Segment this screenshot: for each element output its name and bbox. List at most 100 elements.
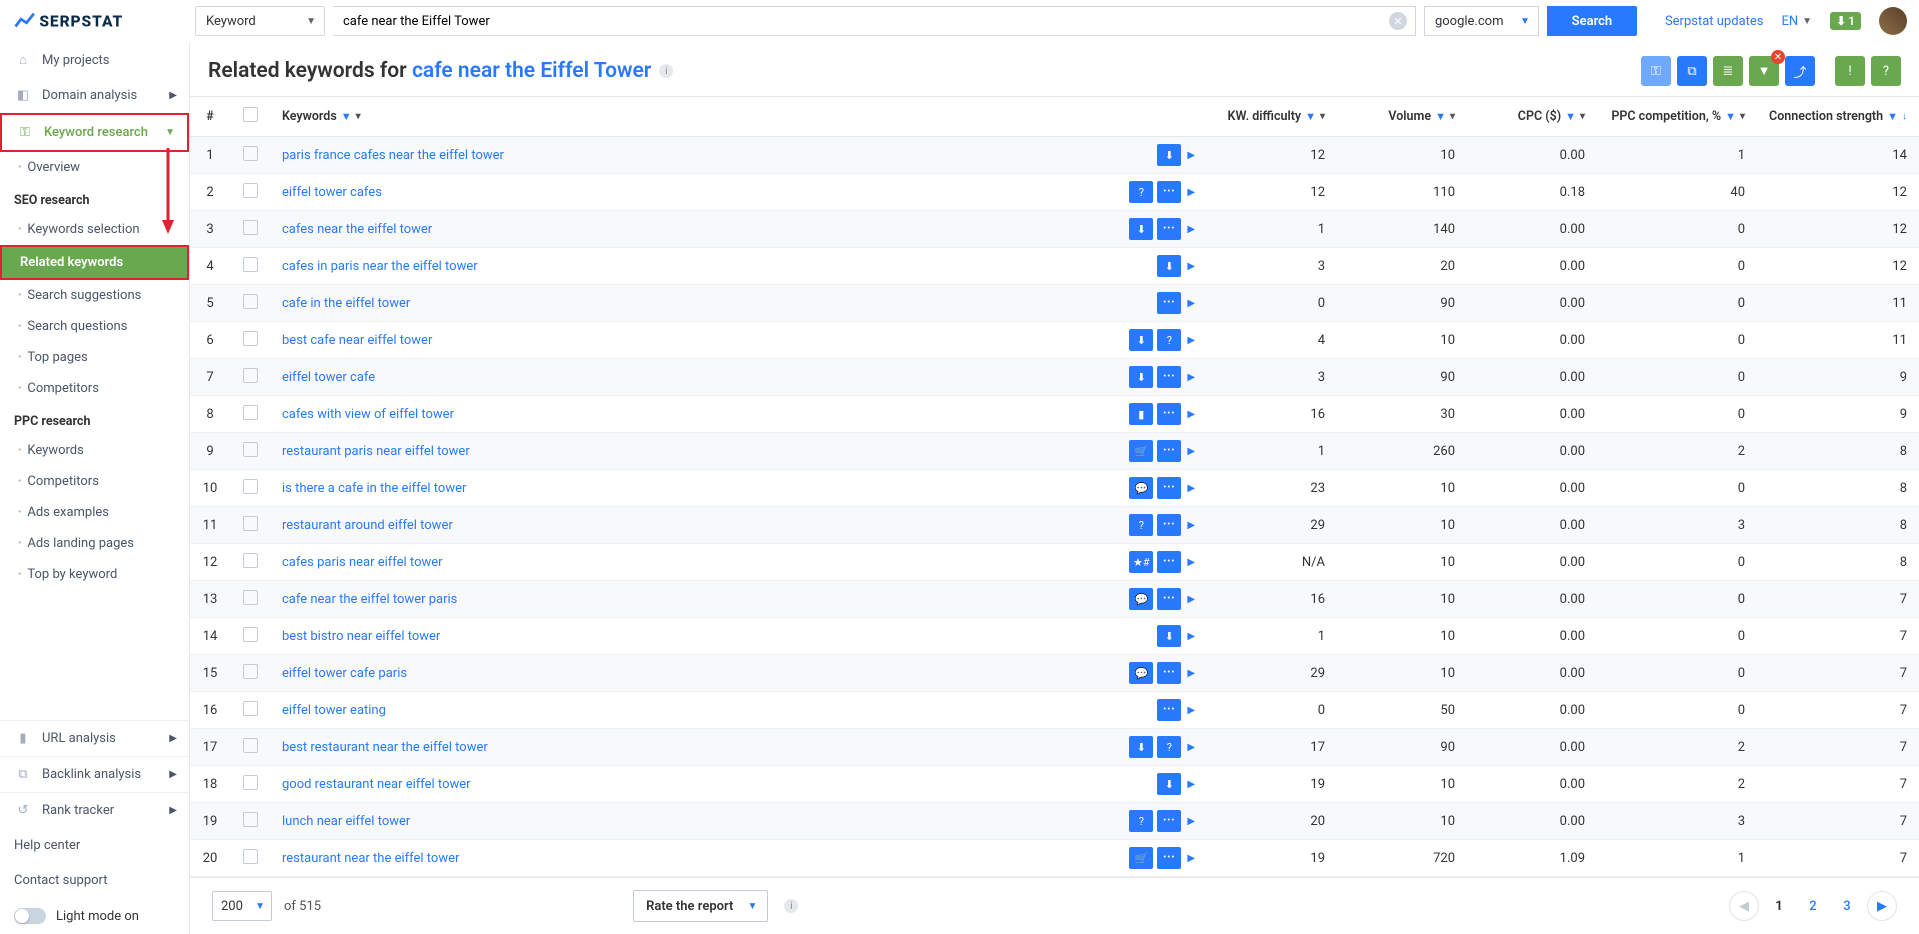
select-all-checkbox[interactable] bbox=[243, 107, 258, 122]
expand-icon[interactable]: ▶ bbox=[1187, 742, 1195, 753]
serp-feature-badge[interactable]: ⬇ bbox=[1157, 625, 1181, 647]
serp-feature-badge[interactable]: 🛒 bbox=[1129, 847, 1153, 869]
expand-icon[interactable]: ▶ bbox=[1187, 779, 1195, 790]
serp-feature-badge[interactable] bbox=[1157, 662, 1181, 684]
row-checkbox[interactable] bbox=[243, 553, 258, 568]
page-1[interactable]: 1 bbox=[1765, 899, 1793, 914]
serp-feature-badge[interactable]: ⬇ bbox=[1157, 773, 1181, 795]
serp-feature-badge[interactable]: ? bbox=[1157, 736, 1181, 758]
serp-feature-badge[interactable] bbox=[1157, 403, 1181, 425]
row-checkbox[interactable] bbox=[243, 479, 258, 494]
rate-report-select[interactable]: Rate the report ▼ bbox=[633, 890, 768, 922]
row-checkbox[interactable] bbox=[243, 368, 258, 383]
tool-copy-button[interactable]: ⧉ bbox=[1677, 56, 1707, 86]
keyword-link[interactable]: cafes paris near eiffel tower bbox=[282, 555, 1129, 570]
expand-icon[interactable]: ▶ bbox=[1187, 409, 1195, 420]
sidebar-domain-analysis[interactable]: ◧ Domain analysis ▶ bbox=[0, 78, 189, 113]
serp-feature-badge[interactable]: ? bbox=[1129, 181, 1153, 203]
serp-feature-badge[interactable]: ? bbox=[1157, 329, 1181, 351]
prev-page-button[interactable]: ◀ bbox=[1729, 891, 1759, 921]
avatar[interactable] bbox=[1879, 7, 1907, 35]
serp-feature-badge[interactable]: 💬 bbox=[1129, 662, 1153, 684]
expand-icon[interactable]: ▶ bbox=[1187, 261, 1195, 272]
serp-feature-badge[interactable] bbox=[1157, 551, 1181, 573]
serp-feature-badge[interactable]: ? bbox=[1129, 514, 1153, 536]
sidebar-url-analysis[interactable]: ▮ URL analysis ▶ bbox=[0, 720, 189, 756]
next-page-button[interactable]: ▶ bbox=[1867, 891, 1897, 921]
expand-icon[interactable]: ▶ bbox=[1187, 224, 1195, 235]
sidebar-overview[interactable]: Overview bbox=[0, 152, 189, 183]
col-num[interactable]: # bbox=[190, 97, 230, 137]
serp-feature-badge[interactable] bbox=[1157, 514, 1181, 536]
expand-icon[interactable]: ▶ bbox=[1187, 668, 1195, 679]
expand-icon[interactable]: ▶ bbox=[1187, 150, 1195, 161]
keyword-link[interactable]: restaurant near the eiffel tower bbox=[282, 851, 1129, 866]
col-cpc[interactable]: CPC ($) ▼ ▾ bbox=[1467, 97, 1597, 137]
expand-icon[interactable]: ▶ bbox=[1187, 483, 1195, 494]
sidebar-top-pages[interactable]: Top pages bbox=[0, 342, 189, 373]
row-checkbox[interactable] bbox=[243, 516, 258, 531]
keyword-link[interactable]: eiffel tower cafe paris bbox=[282, 666, 1129, 681]
sidebar-rank-tracker[interactable]: ↺ Rank tracker ▶ bbox=[0, 792, 189, 828]
sidebar-keyword-research[interactable]: ⚿ Keyword research ▼ bbox=[0, 113, 189, 152]
row-checkbox[interactable] bbox=[243, 331, 258, 346]
serp-feature-badge[interactable]: ⬇ bbox=[1129, 329, 1153, 351]
sidebar-ads-examples[interactable]: Ads examples bbox=[0, 497, 189, 528]
keyword-link[interactable]: best restaurant near the eiffel tower bbox=[282, 740, 1129, 755]
row-checkbox[interactable] bbox=[243, 220, 258, 235]
close-icon[interactable]: ✕ bbox=[1771, 50, 1785, 64]
sidebar-competitors-ppc[interactable]: Competitors bbox=[0, 466, 189, 497]
keyword-link[interactable]: restaurant around eiffel tower bbox=[282, 518, 1129, 533]
sidebar-related-keywords[interactable]: Related keywords bbox=[0, 245, 189, 280]
serp-feature-badge[interactable] bbox=[1157, 699, 1181, 721]
tool-filter-button[interactable]: ▼ ✕ bbox=[1749, 56, 1779, 86]
row-checkbox[interactable] bbox=[243, 405, 258, 420]
sidebar-contact-support[interactable]: Contact support bbox=[0, 863, 189, 898]
serp-feature-badge[interactable]: 💬 bbox=[1129, 588, 1153, 610]
col-volume[interactable]: Volume ▼ ▾ bbox=[1337, 97, 1467, 137]
sidebar-keywords-ppc[interactable]: Keywords bbox=[0, 435, 189, 466]
row-checkbox[interactable] bbox=[243, 294, 258, 309]
col-difficulty[interactable]: KW. difficulty ▼ ▾ bbox=[1207, 97, 1337, 137]
serp-feature-badge[interactable] bbox=[1157, 366, 1181, 388]
expand-icon[interactable]: ▶ bbox=[1187, 853, 1195, 864]
sidebar-help-center[interactable]: Help center bbox=[0, 828, 189, 863]
serp-feature-badge[interactable]: ⬇ bbox=[1129, 218, 1153, 240]
serp-feature-badge[interactable] bbox=[1157, 181, 1181, 203]
row-checkbox[interactable] bbox=[243, 590, 258, 605]
tool-columns-button[interactable]: ≣ bbox=[1713, 56, 1743, 86]
serp-feature-badge[interactable]: ⬇ bbox=[1157, 144, 1181, 166]
search-engine-select[interactable]: google.com ▼ bbox=[1424, 6, 1539, 36]
sidebar-search-suggestions[interactable]: Search suggestions bbox=[0, 280, 189, 311]
keyword-link[interactable]: cafes in paris near the eiffel tower bbox=[282, 259, 1157, 274]
expand-icon[interactable]: ▶ bbox=[1187, 557, 1195, 568]
tool-help-button[interactable]: ? bbox=[1871, 56, 1901, 86]
serp-feature-badge[interactable]: 💬 bbox=[1129, 477, 1153, 499]
serp-feature-badge[interactable]: ⬇ bbox=[1129, 366, 1153, 388]
expand-icon[interactable]: ▶ bbox=[1187, 335, 1195, 346]
serp-feature-badge[interactable]: ▮ bbox=[1129, 403, 1153, 425]
clear-icon[interactable]: ✕ bbox=[1389, 12, 1407, 30]
keyword-link[interactable]: lunch near eiffel tower bbox=[282, 814, 1129, 829]
page-3[interactable]: 3 bbox=[1833, 899, 1861, 914]
sidebar-keywords-selection[interactable]: Keywords selection bbox=[0, 214, 189, 245]
serp-feature-badge[interactable]: ★# bbox=[1129, 551, 1153, 573]
col-ppc[interactable]: PPC competition, % ▼ ▾ bbox=[1597, 97, 1757, 137]
serp-feature-badge[interactable]: ⬇ bbox=[1157, 255, 1181, 277]
tool-export-button[interactable]: ⤴ bbox=[1785, 56, 1815, 86]
serp-feature-badge[interactable]: ⬇ bbox=[1129, 736, 1153, 758]
row-checkbox[interactable] bbox=[243, 738, 258, 753]
tool-key-button[interactable]: ⚿ bbox=[1641, 56, 1671, 86]
keyword-link[interactable]: paris france cafes near the eiffel tower bbox=[282, 148, 1157, 163]
logo[interactable]: SERPSTAT bbox=[12, 10, 187, 32]
language-select[interactable]: EN ▼ bbox=[1782, 14, 1813, 29]
sidebar-search-questions[interactable]: Search questions bbox=[0, 311, 189, 342]
search-type-select[interactable]: Keyword ▼ bbox=[195, 6, 325, 36]
expand-icon[interactable]: ▶ bbox=[1187, 372, 1195, 383]
serp-feature-badge[interactable] bbox=[1157, 847, 1181, 869]
serp-feature-badge[interactable] bbox=[1157, 588, 1181, 610]
row-checkbox[interactable] bbox=[243, 257, 258, 272]
keyword-link[interactable]: best cafe near eiffel tower bbox=[282, 333, 1129, 348]
row-checkbox[interactable] bbox=[243, 664, 258, 679]
expand-icon[interactable]: ▶ bbox=[1187, 816, 1195, 827]
